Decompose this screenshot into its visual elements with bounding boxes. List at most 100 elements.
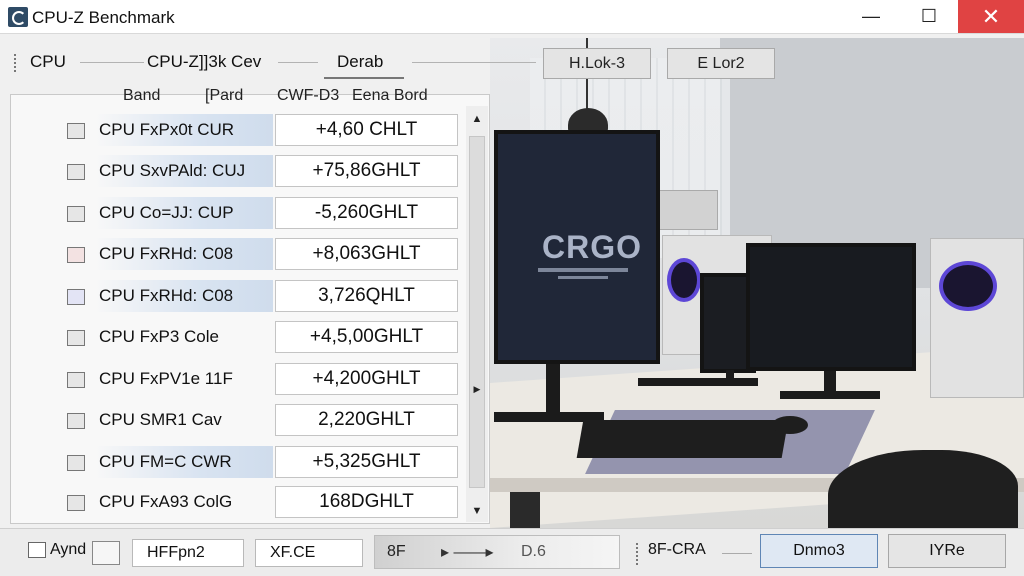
subtab-eena-bord[interactable]: Eena Bord	[352, 87, 428, 105]
list-item[interactable]: CPU Co=JJ: CUP -5,260GHLT	[63, 197, 463, 229]
monitor-logo-text: CRGO	[542, 229, 642, 265]
maximize-button[interactable]: ☐	[900, 0, 958, 33]
monitor-stand	[546, 364, 560, 414]
row-label: CPU FxP3 Cole	[99, 327, 219, 346]
close-button[interactable]: ✕	[958, 0, 1024, 33]
window-title: CPU-Z Benchmark	[32, 8, 175, 27]
storage-icon	[67, 372, 85, 388]
row-value[interactable]: +4,5,00GHLT	[275, 321, 458, 353]
list-item[interactable]: CPU FxP3 Cole +4,5,00GHLT	[63, 321, 463, 353]
secondary-button[interactable]: IYRe	[888, 534, 1006, 568]
tab-derab[interactable]: Derab	[337, 52, 383, 72]
case-fan	[939, 261, 997, 311]
monitor-stand	[638, 378, 758, 386]
footer-text: 8F-CRA	[648, 541, 706, 558]
list-item[interactable]: CPU FxPV1e 11F +4,200GHLT	[63, 363, 463, 395]
tab-strip: CPU CPU-Z]]3k Cev Derab	[8, 40, 538, 84]
list-item[interactable]: CPU FxRHd: C08 +8,063GHLT	[63, 238, 463, 270]
divider	[412, 62, 536, 63]
field-2[interactable]: XF.CE	[255, 539, 363, 567]
list-item[interactable]: CPU FxPx0t CUR +4,60 CHLT	[63, 114, 463, 146]
row-label: CPU SMR1 Cav	[99, 410, 222, 429]
chip-icon	[67, 123, 85, 139]
divider	[80, 62, 144, 63]
app-icon	[8, 7, 28, 27]
audio-icon	[67, 330, 85, 346]
background-photo: CRGO	[490, 38, 1024, 528]
row-label: CPU FxPx0t CUR	[95, 114, 273, 146]
scroll-right-arrow-icon[interactable]: ▶	[466, 378, 488, 400]
case-fan	[667, 258, 701, 302]
progress-bar: 8F ▸ ——▸ D.6	[374, 535, 620, 569]
subtab-band[interactable]: Band	[123, 87, 160, 105]
list-item[interactable]: CPU FxRHd: C08 3,726QHLT	[63, 280, 463, 312]
row-value[interactable]: 2,220GHLT	[275, 404, 458, 436]
scroll-thumb[interactable]	[469, 136, 485, 488]
office-chair	[828, 450, 1018, 528]
gpu-icon	[67, 247, 85, 263]
row-value[interactable]: +5,325GHLT	[275, 446, 458, 478]
scroll-up-arrow-icon[interactable]: ▲	[466, 108, 488, 130]
subtab-pard[interactable]: [Pard	[205, 87, 243, 105]
progress-end-label: D.6	[521, 543, 546, 560]
row-value[interactable]: 168DGHLT	[275, 486, 458, 518]
field-1[interactable]: HFFpn2	[132, 539, 244, 567]
row-label: CPU FM=C CWR	[95, 446, 273, 478]
bottom-bar: Aynd HFFpn2 XF.CE 8F ▸ ——▸ D.6 8F-CRA Dn…	[0, 528, 1024, 576]
tab-cpu[interactable]: CPU	[30, 52, 66, 72]
divider	[722, 553, 752, 554]
monitor-stand	[780, 391, 880, 399]
progress-start-label: 8F	[387, 543, 406, 560]
progress-fill	[375, 536, 619, 568]
divider	[278, 62, 318, 63]
memory-icon	[67, 206, 85, 222]
row-label: CPU FxPV1e 11F	[99, 369, 233, 388]
row-label: CPU FxRHd: C08	[95, 238, 273, 270]
monitor-stand	[824, 371, 836, 393]
row-value[interactable]: +75,86GHLT	[275, 155, 458, 187]
list-item[interactable]: CPU SxvPAld: CUJ +75,86GHLT	[63, 155, 463, 187]
list-item[interactable]: CPU FM=C CWR +5,325GHLT	[63, 446, 463, 478]
minimize-button[interactable]: —	[842, 0, 900, 33]
desk-leg	[510, 492, 540, 528]
row-value[interactable]: +4,60 CHLT	[275, 114, 458, 146]
list-item[interactable]: CPU SMR1 Cav 2,220GHLT	[63, 404, 463, 436]
main-monitor: CRGO	[494, 130, 660, 364]
keyboard	[576, 420, 789, 458]
row-value[interactable]: +4,200GHLT	[275, 363, 458, 395]
list-item[interactable]: CPU FxA93 ColG 168DGHLT	[63, 486, 463, 518]
title-bar: CPU-Z Benchmark — ☐ ✕	[0, 0, 1024, 34]
processor-icon	[67, 164, 85, 180]
toolbar-button-1[interactable]: H.Lok-3	[543, 48, 651, 79]
toolbar-button-2[interactable]: E Lor2	[667, 48, 775, 79]
row-label: CPU Co=JJ: CUP	[95, 197, 273, 229]
mini-toggle[interactable]	[92, 541, 120, 565]
row-value[interactable]: +8,063GHLT	[275, 238, 458, 270]
vertical-scrollbar[interactable]: ▲ ▶ ▼	[466, 106, 488, 522]
subtab-cwf[interactable]: CWF-D3	[277, 87, 339, 105]
pc-tower	[930, 238, 1024, 398]
scroll-down-arrow-icon[interactable]: ▼	[466, 500, 488, 522]
row-label: CPU FxA93 ColG	[99, 492, 233, 511]
mouse	[772, 416, 808, 434]
checkbox-icon[interactable]	[28, 542, 46, 558]
separator	[636, 543, 638, 565]
display-icon	[67, 495, 85, 511]
benchmark-list: Band [Pard CWF-D3 Eena Bord CPU FxPx0t C…	[10, 87, 490, 524]
active-tab-indicator	[324, 77, 404, 79]
row-value[interactable]: -5,260GHLT	[275, 197, 458, 229]
checkbox-label: Aynd	[50, 541, 87, 558]
shelf	[658, 190, 718, 230]
monitor-subtext	[538, 268, 628, 272]
row-value[interactable]: 3,726QHLT	[275, 280, 458, 312]
arrow-right-icon: ▸ ——▸	[441, 544, 494, 561]
motherboard-icon	[67, 289, 85, 305]
drive-icon	[67, 413, 85, 429]
monitor-subtext	[558, 276, 608, 279]
row-label: CPU SxvPAld: CUJ	[95, 155, 273, 187]
tab-grip	[14, 54, 16, 72]
primary-button[interactable]: Dnmo3	[760, 534, 878, 568]
tab-cpu-z[interactable]: CPU-Z]]3k Cev	[147, 52, 261, 72]
row-label: CPU FxRHd: C08	[95, 280, 273, 312]
network-icon	[67, 455, 85, 471]
